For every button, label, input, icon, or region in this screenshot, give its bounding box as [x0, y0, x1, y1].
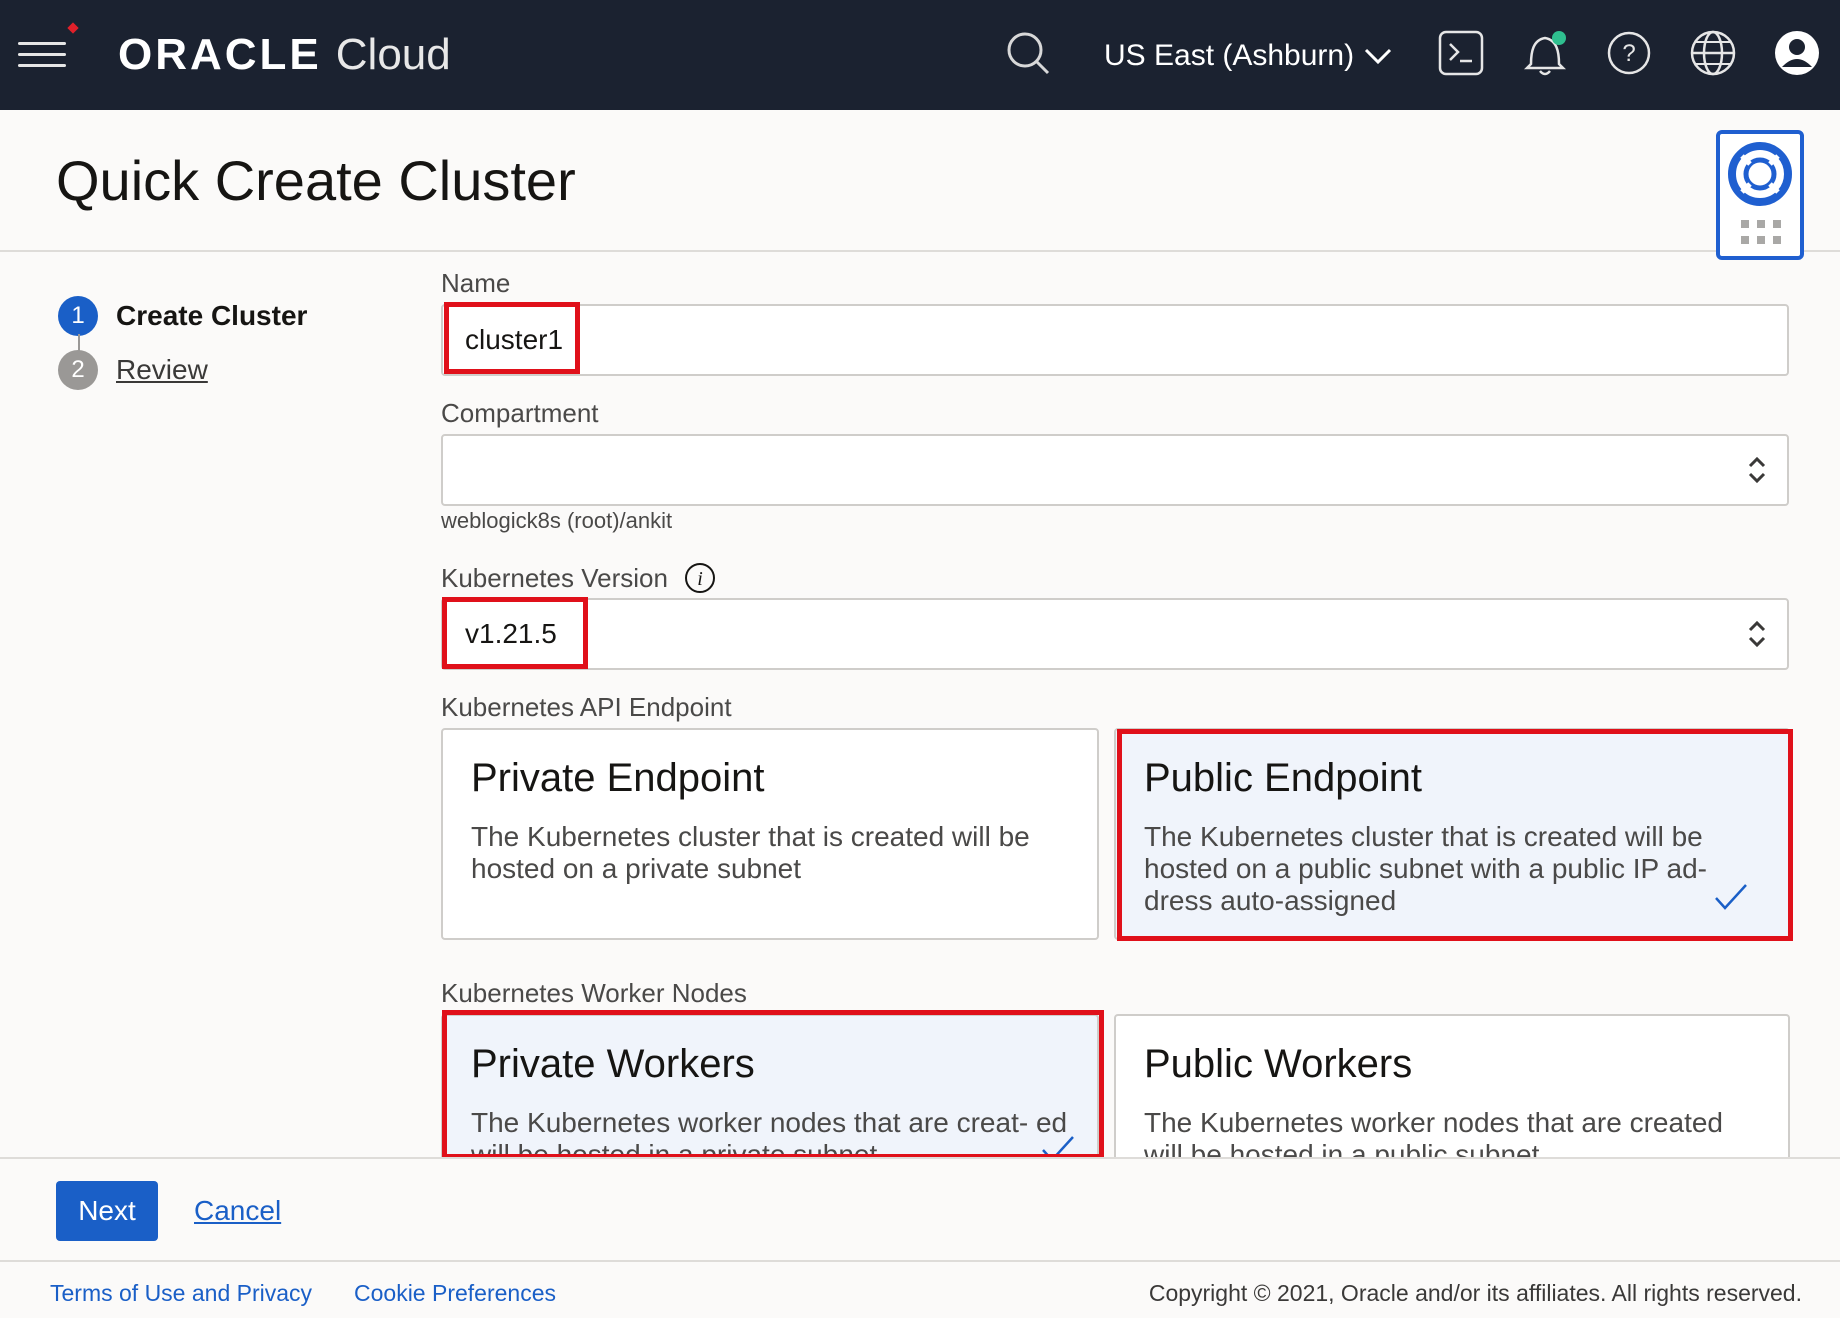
user-icon[interactable] — [1772, 28, 1822, 78]
kubernetes-version-select[interactable]: v1.21.5 — [441, 598, 1789, 670]
info-icon[interactable]: i — [684, 562, 716, 594]
terminal-icon[interactable] — [1436, 28, 1486, 78]
cookie-preferences-link[interactable]: Cookie Preferences — [354, 1280, 556, 1307]
version-label: Kubernetes Version — [441, 562, 668, 593]
name-label: Name — [441, 268, 511, 298]
card-title: Private Endpoint — [471, 756, 765, 800]
top-navigation-bar: ORACLE Cloud US East (Ashburn) ? — [0, 0, 1840, 110]
region-label: US East (Ashburn) — [1104, 39, 1355, 72]
next-button[interactable]: Next — [56, 1181, 158, 1241]
page-title: Quick Create Cluster — [56, 149, 576, 212]
step-label: Create Cluster — [116, 300, 308, 331]
card-title: Public Workers — [1144, 1042, 1413, 1086]
menu-icon[interactable] — [18, 38, 68, 68]
svg-text:i: i — [697, 568, 703, 590]
grid-dots-icon — [1741, 220, 1781, 244]
name-field[interactable]: cluster1 — [441, 304, 1789, 376]
select-arrows-icon — [1748, 620, 1766, 648]
worker-nodes-label: Kubernetes Worker Nodes — [441, 978, 747, 1008]
svg-text:?: ? — [1622, 40, 1635, 67]
step-number: 2 — [58, 350, 98, 390]
version-label-row: Kubernetes Version i — [441, 562, 716, 594]
select-arrows-icon — [1748, 456, 1766, 484]
highlight-box — [444, 302, 580, 374]
copyright-text: Copyright © 2021, Oracle and/or its affi… — [1148, 1280, 1802, 1306]
search-icon[interactable] — [1003, 28, 1053, 78]
help-icon[interactable]: ? — [1604, 28, 1654, 78]
highlight-box — [442, 1010, 1104, 1162]
compartment-label: Compartment — [441, 398, 599, 428]
menu-notification-dot — [67, 22, 79, 34]
redacted-value — [452, 453, 536, 481]
brand-oracle: ORACLE — [118, 30, 322, 79]
private-endpoint-card[interactable]: Private Endpoint The Kubernetes cluster … — [441, 728, 1099, 940]
oracle-cloud-logo[interactable]: ORACLE Cloud — [118, 30, 451, 80]
api-endpoint-label: Kubernetes API Endpoint — [441, 692, 732, 722]
region-selector[interactable]: US East (Ashburn) — [1104, 34, 1392, 78]
chevron-down-icon — [1365, 48, 1392, 65]
page-header: Quick Create Cluster — [0, 110, 1840, 252]
action-bar: Next Cancel — [0, 1159, 1840, 1259]
step-create-cluster: 1 Create Cluster — [58, 296, 307, 336]
step-review[interactable]: 2 Review — [58, 350, 307, 390]
wizard-steps: 1 Create Cluster 2 Review — [58, 296, 307, 404]
globe-icon[interactable] — [1688, 28, 1738, 78]
help-widget[interactable] — [1716, 130, 1804, 260]
compartment-path: weblogick8s (root)/ankit — [441, 508, 673, 533]
cancel-link[interactable]: Cancel — [194, 1195, 281, 1227]
terms-link[interactable]: Terms of Use and Privacy — [50, 1280, 312, 1307]
highlight-box — [1117, 729, 1793, 941]
lifebuoy-icon — [1728, 142, 1792, 206]
brand-cloud: Cloud — [335, 30, 451, 79]
step-review-link[interactable]: Review — [116, 354, 208, 386]
page-footer: Terms of Use and Privacy Cookie Preferen… — [0, 1260, 1840, 1318]
public-workers-card[interactable]: Public Workers The Kubernetes worker nod… — [1114, 1014, 1790, 1164]
highlight-box — [442, 597, 588, 669]
step-number: 1 — [58, 296, 98, 336]
step-connector — [78, 334, 80, 356]
card-description: The Kubernetes worker nodes that are cre… — [1144, 1107, 1724, 1164]
compartment-select[interactable] — [441, 434, 1789, 506]
card-description: The Kubernetes cluster that is created w… — [471, 821, 1030, 884]
bell-icon[interactable] — [1520, 28, 1570, 78]
